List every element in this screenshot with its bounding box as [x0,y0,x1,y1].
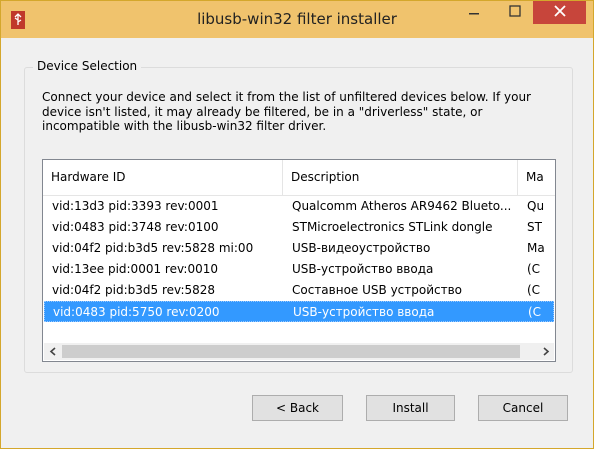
cell-hardware-id: vid:0483 pid:5750 rev:0200 [53,305,220,319]
cell-description: STMicroelectronics STLink dongle [292,220,493,234]
cell-description: USB-видеоустройство [292,241,431,255]
close-icon [553,5,566,20]
cell-manufacturer: (C [527,262,541,276]
cell-hardware-id: vid:13d3 pid:3393 rev:0001 [52,199,219,213]
cell-description: Составное USB устройство [292,283,463,297]
cell-hardware-id: vid:04f2 pid:b3d5 rev:5828 mi:00 [52,241,254,255]
instructions-text: Connect your device and select it from t… [42,90,531,133]
chevron-left-icon [49,345,57,359]
back-button[interactable]: < Back [252,395,343,421]
cell-manufacturer: ST [527,220,542,234]
install-button[interactable]: Install [366,395,455,421]
table-row-selected[interactable]: vid:0483 pid:5750 rev:0200 USB-устройств… [44,301,554,322]
installer-window: libusb-win32 filter installer Device Sel… [0,0,594,449]
cell-hardware-id: vid:04f2 pid:b3d5 rev:5828 [52,283,216,297]
scroll-right-button[interactable] [537,343,554,360]
column-header-description[interactable]: Description [283,160,518,195]
cell-manufacturer: Qu [527,199,545,213]
table-row[interactable]: vid:04f2 pid:b3d5 rev:5828 mi:00 USB-вид… [44,238,554,259]
device-list[interactable]: Hardware ID Description Ma vid:13d3 pid:… [42,159,556,362]
maximize-button[interactable] [500,1,530,23]
cell-manufacturer: (C [527,283,541,297]
close-button[interactable] [533,1,586,24]
cell-manufacturer: Ma [527,241,545,255]
chevron-right-icon [542,345,550,359]
cancel-button[interactable]: Cancel [478,395,568,421]
list-header: Hardware ID Description Ma [43,160,555,196]
title-bar[interactable]: libusb-win32 filter installer [1,1,593,38]
device-selection-group: Device Selection Connect your device and… [24,59,573,373]
group-title: Device Selection [33,59,142,73]
cell-hardware-id: vid:13ee pid:0001 rev:0010 [52,262,218,276]
cell-description: Qualcomm Atheros AR9462 Blueto... [292,199,512,213]
cell-description: USB-устройство ввода [292,262,434,276]
table-row[interactable]: vid:04f2 pid:b3d5 rev:5828 Составное USB… [44,280,554,301]
cell-description: USB-устройство ввода [293,305,435,319]
table-row[interactable]: vid:13ee pid:0001 rev:0010 USB-устройств… [44,259,554,280]
scroll-left-button[interactable] [44,343,61,360]
table-row[interactable]: vid:13d3 pid:3393 rev:0001 Qualcomm Athe… [44,196,554,217]
table-row[interactable]: vid:0483 pid:3748 rev:0100 STMicroelectr… [44,217,554,238]
maximize-icon [509,4,521,20]
cell-hardware-id: vid:0483 pid:3748 rev:0100 [52,220,219,234]
column-header-hardware-id[interactable]: Hardware ID [43,160,283,195]
minimize-icon [468,5,480,20]
minimize-button[interactable] [460,1,488,23]
client-area: Device Selection Connect your device and… [9,38,585,442]
column-header-manufacturer[interactable]: Ma [518,160,555,195]
horizontal-scrollbar[interactable] [44,343,554,360]
scrollbar-thumb[interactable] [62,345,520,358]
cell-manufacturer: (C [528,305,542,319]
